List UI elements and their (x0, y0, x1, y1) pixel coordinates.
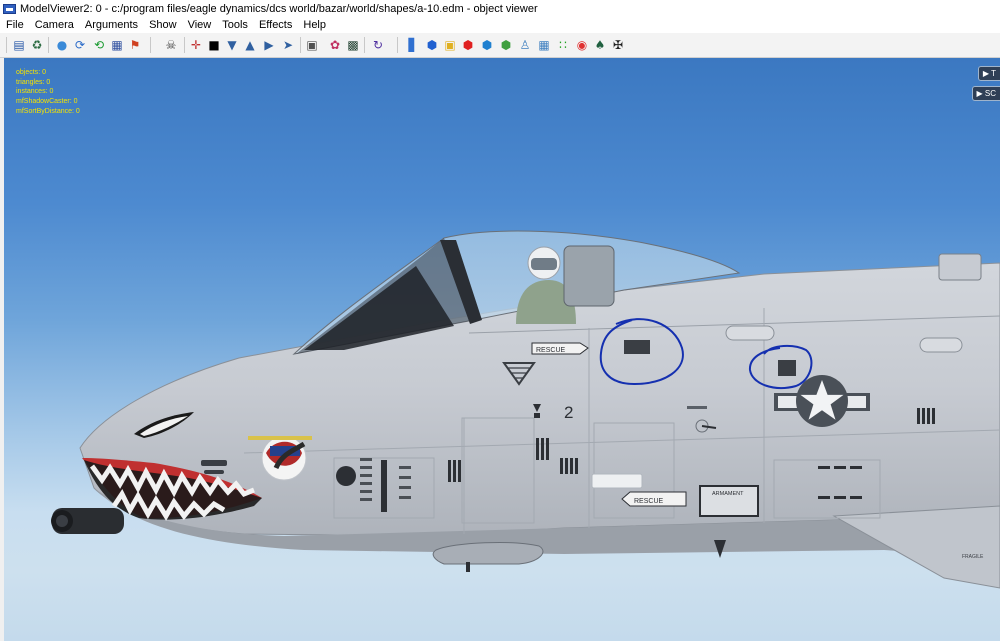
dark-panel-1 (624, 340, 650, 354)
black-square-icon[interactable]: ■ (207, 38, 221, 52)
blue-box-icon[interactable]: ⬢ (480, 38, 494, 52)
toolbar-separator (364, 37, 365, 53)
stat-objects: objects: 0 (16, 69, 46, 76)
running-man-icon[interactable]: ⚑ (128, 38, 142, 52)
stat-shadow-caster: mfShadowCaster: 0 (16, 98, 78, 106)
menu-bar: File Camera Arguments Show View Tools Ef… (0, 17, 1000, 33)
pylon-pod (432, 542, 544, 565)
fish-arrow-icon[interactable]: ➤ (281, 38, 295, 52)
gold-cube-icon[interactable]: ▣ (443, 38, 457, 52)
toolbar-separator (6, 37, 7, 53)
svg-text:FRAGILE: FRAGILE (962, 554, 984, 560)
dark-panel-2 (778, 360, 796, 376)
person-cone-icon[interactable]: ▲ (243, 38, 257, 52)
stat-sort-by-distance: mfSortByDistance: 0 (16, 107, 80, 115)
funnel-icon[interactable]: ▼ (225, 38, 239, 52)
open-file-icon[interactable]: ▤ (12, 38, 26, 52)
bar-chart-icon[interactable]: ▋ (406, 38, 420, 52)
a10-aircraft-model: RESCUE RESCUE 2 ARMAMENT FRAGILE (51, 230, 1000, 589)
blue-cube-icon[interactable]: ⬢ (425, 38, 439, 52)
portrait-icon[interactable]: ▣ (305, 38, 319, 52)
wireframe-man-icon[interactable]: ♙ (518, 38, 532, 52)
3d-viewport[interactable]: RESCUE RESCUE 2 ARMAMENT FRAGILE objects… (4, 58, 1000, 641)
debug-stats-overlay: objects: 0 triangles: 0 instances: 0 mfS… (16, 68, 80, 117)
menu-view[interactable]: View (182, 19, 217, 31)
menu-camera[interactable]: Camera (29, 19, 79, 31)
menu-help[interactable]: Help (297, 19, 331, 31)
stat-triangles: triangles: 0 (16, 78, 51, 86)
stat-instances: instances: 0 (16, 88, 54, 96)
texture-grid-icon[interactable]: ▦ (110, 38, 124, 52)
reload-model-icon[interactable]: ♻ (30, 38, 44, 52)
title-bar: ModelViewer2: 0 - c:/program files/eagle… (0, 0, 1000, 17)
app-icon (3, 3, 16, 14)
rotate-arrow-icon[interactable]: ↻ (371, 38, 385, 52)
orbit-camera-icon[interactable]: ⟳ (73, 38, 87, 52)
tree-icon[interactable]: ♠ (593, 38, 607, 52)
menu-effects[interactable]: Effects (253, 19, 297, 31)
refresh-green-icon[interactable]: ⟲ (92, 38, 106, 52)
crosshair-icon[interactable]: ✛ (189, 38, 203, 52)
aircraft-number: 2 (564, 403, 573, 422)
toolbar-separator (150, 37, 151, 53)
monitor-icon[interactable]: ▩ (346, 38, 360, 52)
armament-label: ARMAMENT (712, 491, 744, 497)
rescue-label-1: RESCUE (536, 347, 566, 354)
sphere-view-icon[interactable]: ● (55, 38, 69, 52)
side-panel-toggle-sc[interactable]: ▶ SC (971, 86, 1000, 101)
green-pyramid-icon[interactable]: ⬢ (499, 38, 513, 52)
person-arms-icon[interactable]: ✠ (611, 38, 625, 52)
red-target-icon[interactable]: ◉ (575, 38, 589, 52)
menu-arguments[interactable]: Arguments (79, 19, 143, 31)
toolbar-separator (184, 37, 185, 53)
ejection-seat (563, 245, 615, 307)
grid-outline-icon[interactable]: ▦ (537, 38, 551, 52)
fish-icon[interactable]: ▶ (262, 38, 276, 52)
color-bubbles-icon[interactable]: ✿ (328, 38, 342, 52)
red-cube-icon[interactable]: ⬢ (461, 38, 475, 52)
toolbar-separator (397, 37, 398, 53)
side-panel-toggle-t[interactable]: ▶ T (977, 66, 1000, 81)
skull-icon[interactable]: ☠ (164, 38, 178, 52)
toolbar-separator (300, 37, 301, 53)
menu-file[interactable]: File (0, 19, 29, 31)
window-title: ModelViewer2: 0 - c:/program files/eagle… (20, 2, 538, 15)
toolbar: ▤ ♻ ● ⟳ ⟲ ▦ ⚑ ☠ ✛ ■ ▼ ▲ ▶ ➤ ▣ ✿ ▩ ↻ ▋ ⬢ … (0, 33, 1000, 58)
menu-show[interactable]: Show (143, 19, 182, 31)
green-dots-icon[interactable]: ∷ (556, 38, 570, 52)
menu-tools[interactable]: Tools (216, 19, 253, 31)
toolbar-separator (48, 37, 49, 53)
rescue-label-2: RESCUE (634, 498, 664, 505)
